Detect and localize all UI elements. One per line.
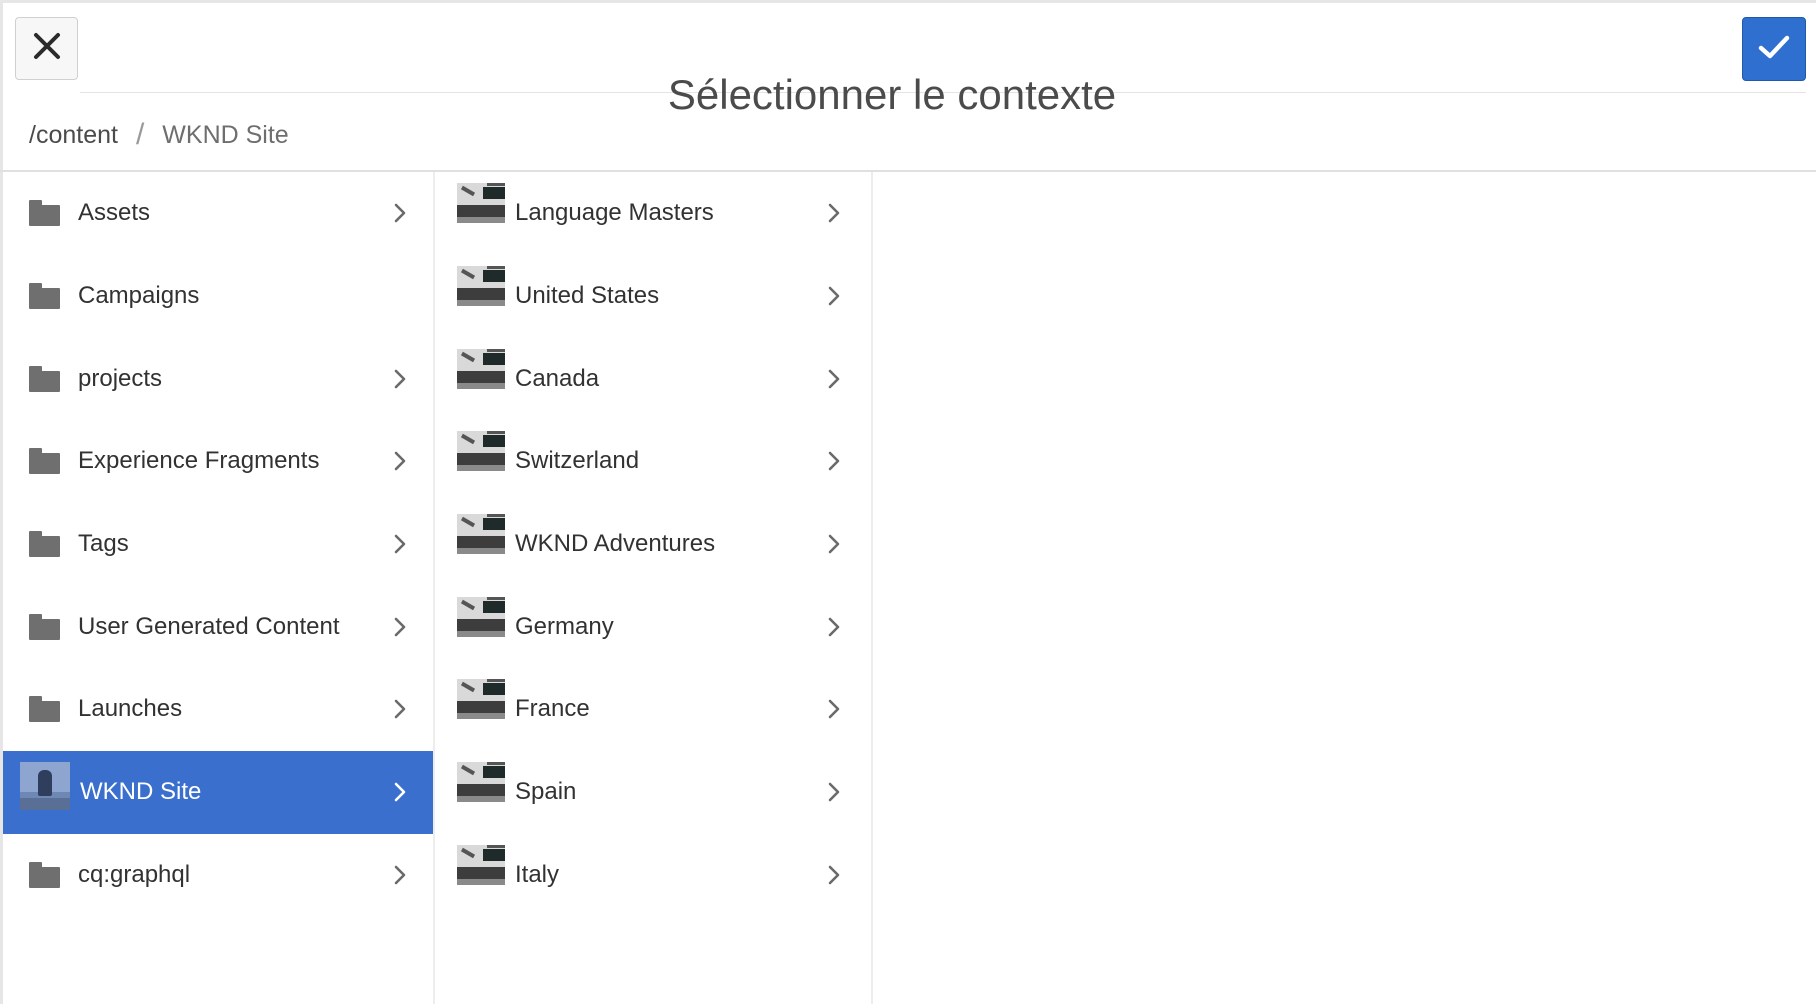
page-thumbnail-icon — [457, 431, 505, 475]
column-item[interactable]: Campaigns — [3, 255, 433, 338]
page-thumbnail-icon — [457, 679, 505, 723]
column-item-label: WKND Site — [80, 778, 202, 806]
column-item-label: Experience Fragments — [78, 447, 320, 475]
chevron-right-icon[interactable] — [823, 202, 845, 224]
chevron-right-icon[interactable] — [389, 698, 411, 720]
chevron-right-icon[interactable] — [389, 450, 411, 472]
column-item-label: Switzerland — [515, 447, 640, 475]
chevron-right-icon[interactable] — [823, 450, 845, 472]
column-item[interactable]: cq:graphql — [3, 834, 433, 917]
chevron-right-icon[interactable] — [823, 864, 845, 886]
chevron-right-icon[interactable] — [389, 864, 411, 886]
column-item-label: Launches — [78, 695, 183, 723]
breadcrumb-root-link[interactable]: /content — [29, 121, 118, 150]
column-item[interactable]: Language Masters — [437, 172, 871, 255]
column-item-label: Language Masters — [515, 199, 714, 227]
column-item-label: Assets — [78, 199, 151, 227]
page-thumbnail-icon — [457, 844, 505, 889]
column-item[interactable]: Germany — [437, 585, 871, 668]
column-item[interactable]: Italy — [437, 834, 871, 917]
column-item[interactable]: Experience Fragments — [3, 420, 433, 503]
chevron-right-icon[interactable] — [823, 781, 845, 803]
column-item-label: cq:graphql — [78, 860, 191, 888]
folder-icon — [29, 696, 60, 723]
breadcrumb-current: WKND Site — [162, 120, 289, 149]
column-item-label: Spain — [515, 778, 577, 806]
column-item-label: Italy — [515, 860, 560, 888]
chevron-right-icon[interactable] — [823, 616, 845, 638]
column-item[interactable]: Spain — [437, 751, 871, 834]
column-item[interactable]: Tags — [3, 503, 433, 586]
column-content-root: Assets Campaigns projects Experience Fragme… — [3, 172, 435, 1004]
page-thumbnail-icon — [457, 762, 505, 806]
folder-icon — [29, 531, 60, 558]
page-thumbnail-icon — [457, 596, 505, 641]
breadcrumb-separator: / — [135, 118, 145, 151]
folder-icon — [29, 365, 60, 392]
chevron-right-icon[interactable] — [823, 533, 845, 555]
dialog-top-border — [0, 0, 1816, 3]
breadcrumb: /content / WKND Site — [29, 117, 289, 153]
folder-icon — [29, 200, 60, 227]
column-item-label: Germany — [515, 612, 614, 640]
column-wknd-site: Language Masters United States Canada Switz… — [437, 172, 873, 1004]
chevron-right-icon[interactable] — [389, 616, 411, 638]
folder-icon — [29, 613, 60, 640]
column-item[interactable]: WKND Adventures — [437, 503, 871, 586]
site-thumbnail-icon — [20, 762, 70, 811]
folder-icon — [29, 283, 60, 310]
chevron-right-icon[interactable] — [389, 533, 411, 555]
dialog-title: Sélectionner le contexte — [667, 71, 1117, 118]
checkmark-icon — [1758, 34, 1790, 65]
column-item-label: France — [515, 695, 590, 723]
column-item-label: Campaigns — [78, 282, 200, 310]
confirm-button[interactable] — [1742, 17, 1806, 81]
column-item-label: Canada — [515, 364, 600, 392]
page-thumbnail-icon — [457, 514, 505, 558]
column-item[interactable]: projects — [3, 337, 433, 420]
column-item-label: Tags — [78, 530, 129, 558]
chevron-right-icon[interactable] — [823, 368, 845, 390]
column-item[interactable]: Launches — [3, 668, 433, 751]
column-item-label: United States — [515, 282, 660, 310]
chevron-right-icon[interactable] — [389, 368, 411, 390]
column-item[interactable]: WKND Site — [3, 750, 433, 834]
chevron-right-icon[interactable] — [389, 781, 411, 803]
column-item[interactable]: Canada — [437, 337, 871, 420]
column-item[interactable]: France — [437, 668, 871, 751]
chevron-right-icon[interactable] — [823, 285, 845, 307]
column-item[interactable]: United States — [437, 255, 871, 338]
column-item[interactable]: Assets — [3, 172, 433, 255]
close-icon — [33, 32, 61, 65]
chevron-right-icon[interactable] — [823, 698, 845, 720]
column-item[interactable]: Switzerland — [437, 420, 871, 503]
folder-icon — [29, 861, 60, 888]
column-item-label: WKND Adventures — [515, 530, 716, 558]
page-thumbnail-icon — [457, 266, 505, 310]
folder-icon — [29, 448, 60, 475]
page-thumbnail-icon — [457, 183, 505, 227]
column-item-label: projects — [78, 364, 163, 392]
chevron-right-icon[interactable] — [389, 202, 411, 224]
page-thumbnail-icon — [457, 348, 505, 393]
column-item[interactable]: User Generated Content — [3, 585, 433, 668]
column-item-label: User Generated Content — [78, 612, 340, 640]
